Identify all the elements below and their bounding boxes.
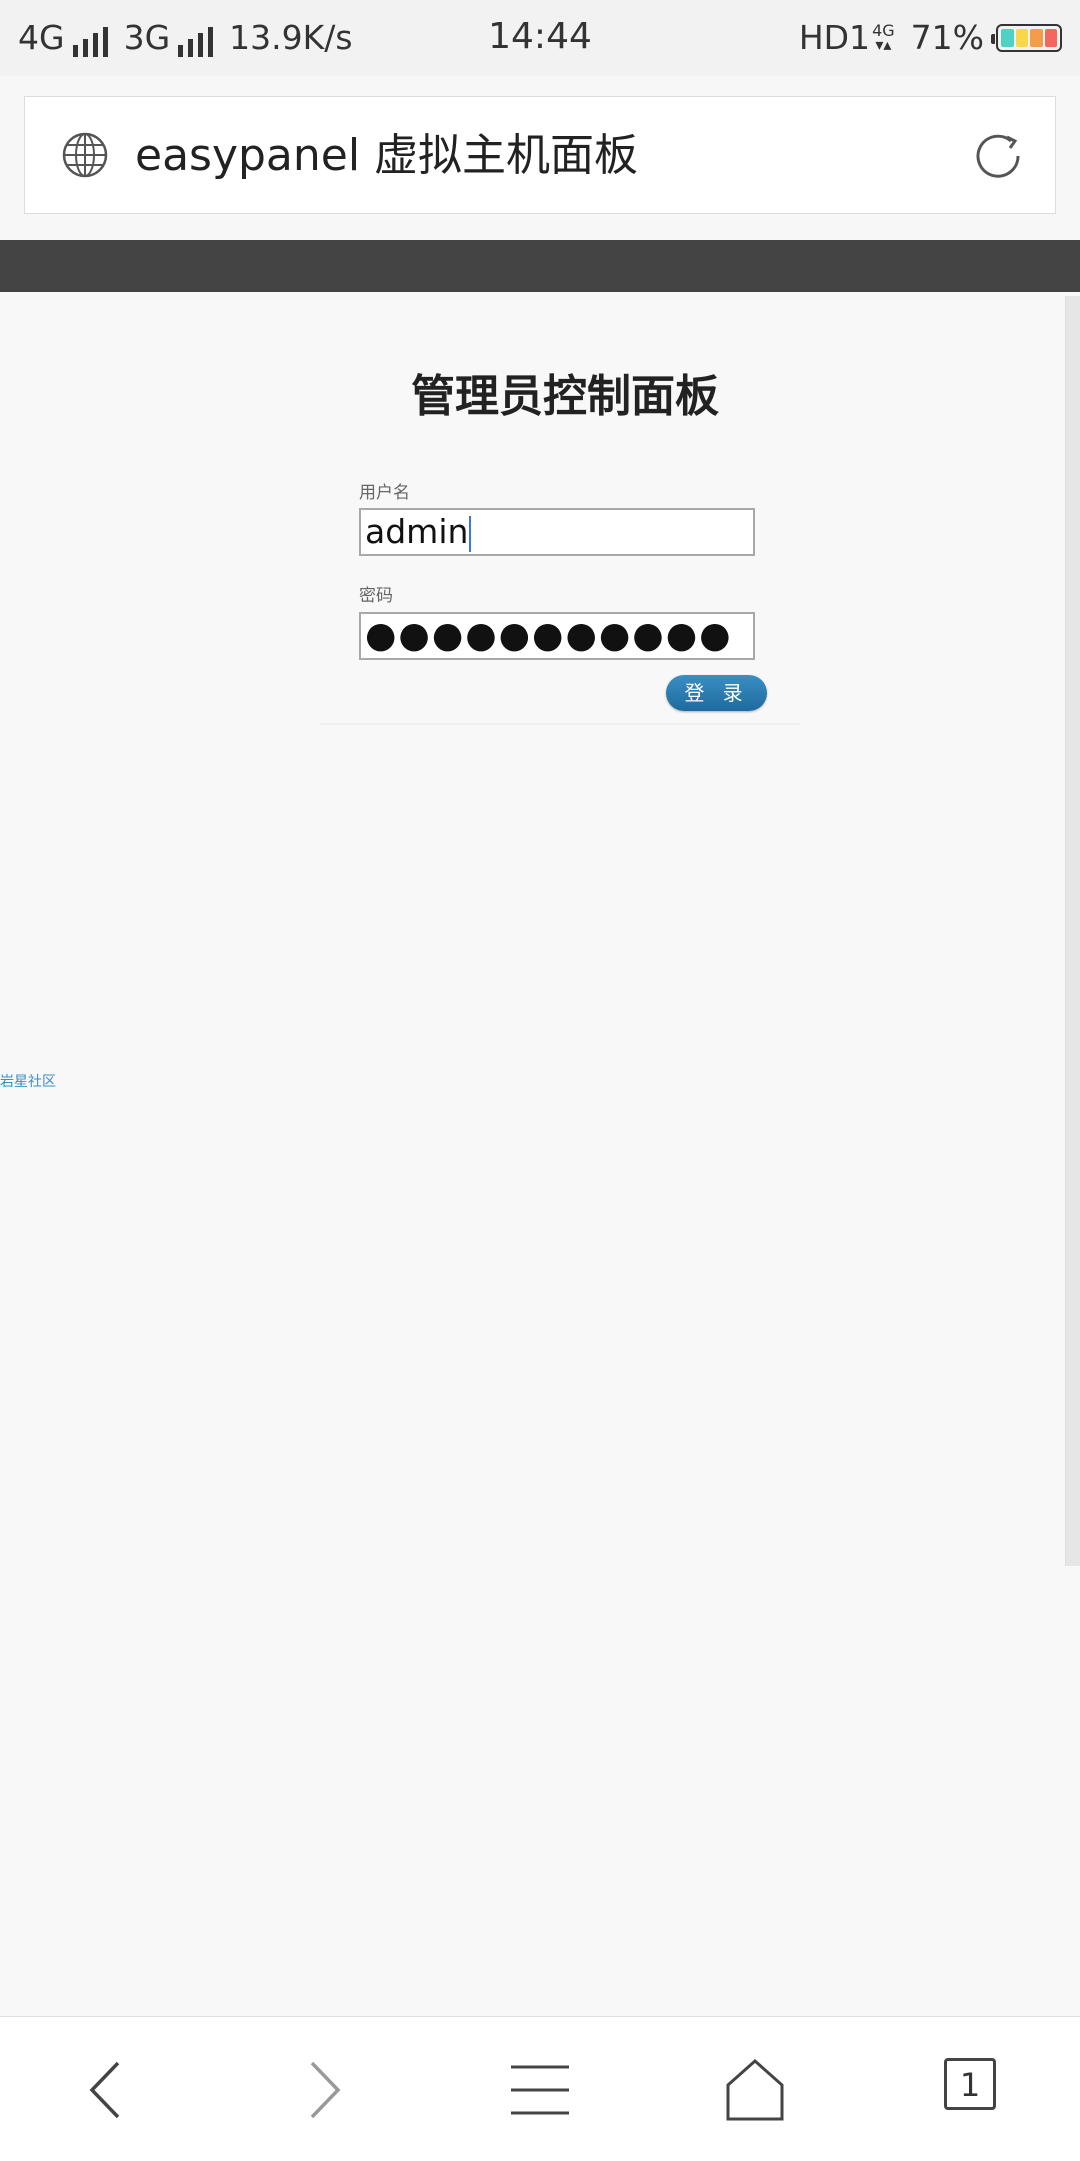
battery-percent: 71% [910, 18, 984, 57]
system-status: HD1 4G ▾▴ 71% [799, 18, 1062, 57]
login-button[interactable]: 登 录 [666, 675, 767, 711]
menu-icon[interactable] [505, 2055, 575, 2125]
username-value: admin [365, 512, 469, 551]
login-heading: 管理员控制面板 [411, 371, 719, 422]
community-link[interactable]: 岩星社区 [0, 1071, 56, 1091]
globe-icon [62, 132, 108, 178]
home-icon[interactable] [720, 2055, 790, 2125]
battery-icon [991, 23, 1062, 52]
back-icon[interactable] [70, 2055, 140, 2125]
browser-bottom-nav [0, 2016, 1080, 2161]
username-input[interactable]: admin [359, 508, 755, 556]
password-input[interactable]: ●●●●●●●●●●● [359, 612, 755, 660]
forward-icon[interactable] [290, 2055, 360, 2125]
tab-count-button[interactable]: 1 [944, 2058, 996, 2110]
page-title: easypanel 虚拟主机面板 [135, 130, 639, 181]
password-mask: ●●●●●●●●●●● [365, 615, 733, 656]
form-divider [320, 723, 800, 725]
refresh-icon[interactable] [971, 129, 1025, 183]
site-header [0, 240, 1080, 292]
username-label: 用户名 [359, 483, 410, 503]
address-bar[interactable]: easypanel 虚拟主机面板 [24, 96, 1056, 214]
hd-indicator: HD1 [798, 18, 871, 57]
data-activity-icon: 4G ▾▴ [872, 20, 895, 54]
status-bar: 4G 3G 13.9K/s 14:44 HD1 4G ▾▴ 71% [0, 0, 1080, 76]
text-caret [469, 515, 472, 552]
password-label: 密码 [359, 586, 393, 606]
scrollbar[interactable] [1065, 296, 1080, 1566]
